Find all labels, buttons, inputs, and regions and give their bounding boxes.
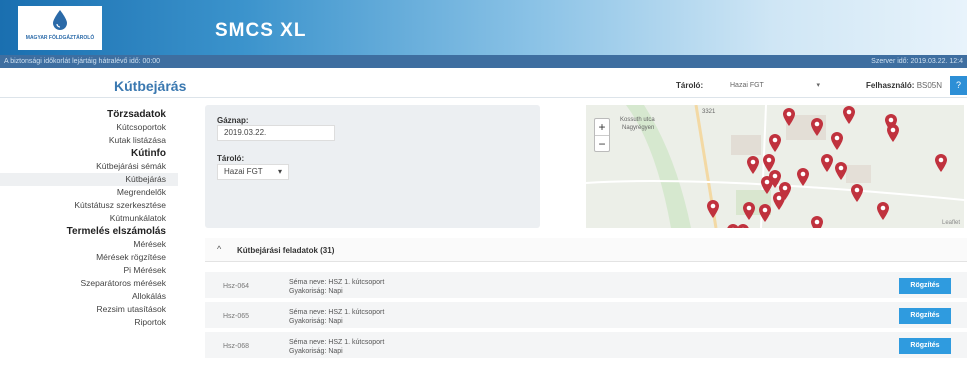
- record-button[interactable]: Rögzítés: [899, 338, 951, 354]
- task-well-code: Hsz-068: [223, 343, 250, 350]
- sema-label: Séma neve:: [289, 279, 327, 286]
- zoom-out-button[interactable]: −: [595, 135, 609, 151]
- sidebar-item[interactable]: Mérések: [0, 238, 178, 251]
- task-row: Hsz-065 Séma neve: HSZ 1. kútcsoport Gyako…: [205, 302, 967, 330]
- map-town-label: Nagyrégyen: [622, 125, 655, 131]
- task-meta: Séma neve: HSZ 1. kútcsoport Gyakoriság: …: [289, 278, 384, 296]
- sidebar-item[interactable]: Kútbejárás: [0, 173, 178, 186]
- record-button[interactable]: Rögzítés: [899, 308, 951, 324]
- sidebar-item[interactable]: Rezsim utasítások: [0, 303, 178, 316]
- task-well-code: Hsz-065: [223, 313, 250, 320]
- sidebar-item[interactable]: Kútbejárási sémák: [0, 160, 178, 173]
- map-pin-icon[interactable]: [810, 215, 824, 228]
- frequency-label: Gyakoriság:: [289, 348, 327, 355]
- sidebar-item[interactable]: Kútmunkálatok: [0, 212, 178, 225]
- map-pin-icon[interactable]: [842, 105, 856, 125]
- help-button[interactable]: ?: [950, 76, 967, 95]
- tarolo-filter-label: Tároló:: [217, 154, 245, 163]
- frequency-label: Gyakoriság:: [289, 318, 327, 325]
- sidebar-item[interactable]: Riportok: [0, 316, 178, 329]
- map-pin-icon[interactable]: [782, 107, 796, 127]
- sidebar-item[interactable]: Szeparátoros mérések: [0, 277, 178, 290]
- map-pin-icon[interactable]: [736, 223, 750, 228]
- sidebar-item[interactable]: Kútcsoportok: [0, 121, 178, 134]
- sema-value: HSZ 1. kútcsoport: [328, 309, 385, 316]
- caret-down-icon: ▾: [277, 167, 282, 176]
- tarolo-select-value: Hazai FGT: [730, 82, 764, 89]
- tarolo-filter-select[interactable]: Hazai FGT ▾: [217, 164, 289, 180]
- sidebar-section-heading: Kútinfo: [131, 148, 166, 159]
- drop-logo-icon: [53, 10, 67, 30]
- well-map[interactable]: + − Kossuth utca Nagyrégyen 3321 Leaflet: [586, 105, 964, 228]
- map-street-label: Kossuth utca: [620, 117, 655, 123]
- sidebar-item[interactable]: Kútstátusz szerkesztése: [0, 199, 178, 212]
- map-road-number-label: 3321: [702, 109, 716, 115]
- map-zoom-control: + −: [594, 118, 610, 152]
- task-meta: Séma neve: HSZ 1. kútcsoport Gyakoriság: …: [289, 338, 384, 356]
- task-row: Hsz-068 Séma neve: HSZ 1. kútcsoport Gyako…: [205, 332, 967, 360]
- user-info: Felhasználó: BS05N: [866, 81, 942, 90]
- frequency-value: Napi: [328, 348, 343, 355]
- map-pin-icon[interactable]: [834, 161, 848, 181]
- logo-text: MAGYAR FÖLDGÁZTÁROLÓ: [25, 35, 95, 41]
- map-pin-icon[interactable]: [850, 183, 864, 203]
- map-pin-icon[interactable]: [706, 199, 720, 219]
- page-title: Kútbejárás: [114, 78, 187, 94]
- tarolo-filter-value: Hazai FGT: [224, 167, 263, 176]
- gaznap-input[interactable]: 2019.03.22.: [217, 125, 335, 141]
- map-pin-icon[interactable]: [934, 153, 948, 173]
- frequency-value: Napi: [328, 288, 343, 295]
- user-value: BS05N: [916, 81, 943, 90]
- task-meta: Séma neve: HSZ 1. kútcsoport Gyakoriság: …: [289, 308, 384, 326]
- sidebar-item[interactable]: Mérések rögzítése: [0, 251, 178, 264]
- sidebar-item[interactable]: Megrendelők: [0, 186, 178, 199]
- sema-value: HSZ 1. kútcsoport: [328, 339, 385, 346]
- map-pin-icon[interactable]: [768, 133, 782, 153]
- task-well-code: Hsz-064: [223, 283, 250, 290]
- chevron-up-icon: ^: [217, 244, 222, 254]
- title-bar: Kútbejárás Tároló: Hazai FGT ▾ Felhaszná…: [0, 72, 967, 98]
- sema-label: Séma neve:: [289, 339, 327, 346]
- map-pin-icon[interactable]: [876, 201, 890, 221]
- frequency-value: Napi: [328, 318, 343, 325]
- user-label: Felhasználó:: [866, 81, 915, 90]
- sidebar-item[interactable]: Pi Mérések: [0, 264, 178, 277]
- map-pin-icon[interactable]: [746, 155, 760, 175]
- app-header: MAGYAR FÖLDGÁZTÁROLÓ SMCS XL: [0, 0, 967, 55]
- tasks-section-title: Kútbejárási feladatok (31): [237, 246, 335, 255]
- map-pin-icon[interactable]: [810, 117, 824, 137]
- map-pin-icon[interactable]: [820, 153, 834, 173]
- sidebar-item[interactable]: Allokálás: [0, 290, 178, 303]
- sidebar-section-heading: Termelés elszámolás: [66, 226, 166, 237]
- filter-panel: Gáznap: 2019.03.22. Tároló: Hazai FGT ▾: [205, 105, 540, 228]
- app-title: SMCS XL: [215, 20, 307, 41]
- session-timeout-text: A biztonsági időkorlát lejártáig hátralé…: [4, 58, 161, 65]
- map-pin-icon[interactable]: [772, 191, 786, 211]
- sidebar-item[interactable]: Kutak listázása: [0, 134, 178, 147]
- map-pin-icon[interactable]: [758, 203, 772, 223]
- tarolo-label: Tároló:: [676, 81, 704, 90]
- map-pin-icon[interactable]: [886, 123, 900, 143]
- frequency-label: Gyakoriság:: [289, 288, 327, 295]
- sidebar-nav: Törzsadatok Kútcsoportok Kutak listázása Kú…: [0, 108, 178, 329]
- caret-down-icon: ▾: [816, 82, 820, 89]
- status-bar: A biztonsági időkorlát lejártáig hátralé…: [0, 55, 967, 68]
- tarolo-select[interactable]: Hazai FGT ▾: [730, 79, 826, 93]
- company-logo[interactable]: MAGYAR FÖLDGÁZTÁROLÓ: [18, 6, 102, 50]
- gaznap-label: Gáznap:: [217, 116, 249, 125]
- zoom-in-button[interactable]: +: [595, 119, 609, 135]
- map-pin-icon[interactable]: [796, 167, 810, 187]
- tasks-accordion-header[interactable]: ^ Kútbejárási feladatok (31): [205, 238, 967, 262]
- record-button[interactable]: Rögzítés: [899, 278, 951, 294]
- sema-value: HSZ 1. kútcsoport: [328, 279, 385, 286]
- sidebar-section-heading: Törzsadatok: [107, 109, 166, 120]
- task-row: Hsz-064 Séma neve: HSZ 1. kútcsoport Gyako…: [205, 272, 967, 300]
- sema-label: Séma neve:: [289, 309, 327, 316]
- map-attribution[interactable]: Leaflet: [942, 220, 960, 226]
- map-pin-icon[interactable]: [830, 131, 844, 151]
- server-time-text: Szerver idő: 2019.03.22. 12:4: [871, 58, 963, 65]
- map-pin-icon[interactable]: [742, 201, 756, 221]
